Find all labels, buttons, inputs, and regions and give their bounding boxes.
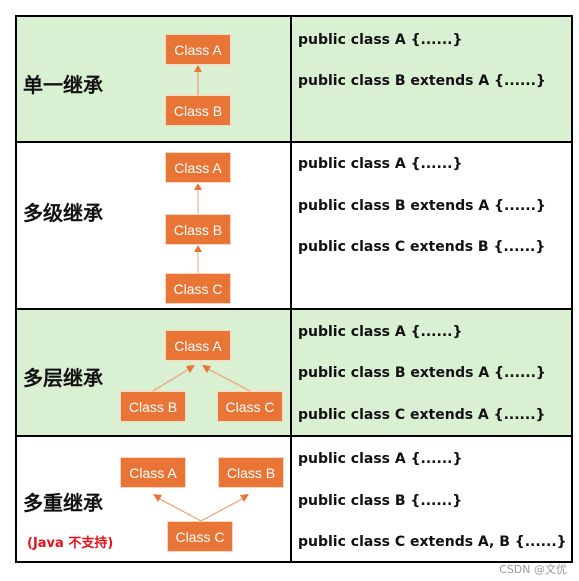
code-line: public class C extends B {......} (298, 239, 546, 255)
column-divider (290, 17, 292, 561)
arrow-head-icon (194, 183, 202, 190)
row-single-inheritance: 单一继承 Class A Class B public class A {...… (17, 17, 571, 141)
arrow-line (157, 497, 202, 522)
code-line: public class A {......} (298, 324, 463, 340)
arrow-head-icon (194, 245, 202, 252)
watermark: CSDN @文优 (499, 563, 567, 576)
code-line: public class A {......} (298, 156, 463, 172)
arrow-head-icon (153, 494, 162, 502)
row-multiple-inheritance: 多重继承 (Java 不支持) Class A Class B Class C … (17, 437, 571, 561)
arrow-line (207, 368, 251, 392)
arrow-head-icon (202, 365, 211, 373)
code-line: public class B extends A {......} (298, 365, 546, 381)
inheritance-table: 单一继承 Class A Class B public class A {...… (15, 15, 573, 563)
row-multilevel-inheritance: 多级继承 Class A Class B Class C public clas… (17, 143, 571, 308)
arrow-head-icon (186, 365, 195, 373)
arrow-line (200, 497, 245, 522)
arrow-head-icon (240, 494, 249, 502)
code-line: public class B extends A {......} (298, 198, 546, 214)
row-hierarchical-inheritance: 多层继承 Class A Class B Class C public clas… (17, 310, 571, 435)
code-line: public class C extends A {......} (298, 407, 546, 423)
code-line: public class A {......} (298, 451, 463, 467)
code-line: public class A {......} (298, 32, 463, 48)
arrow-line (152, 368, 190, 392)
code-line: public class B {......} (298, 493, 463, 509)
arrow-head-icon (194, 65, 202, 72)
code-line: public class C extends A, B {......} (298, 534, 567, 550)
inheritance-arrows (194, 183, 202, 273)
code-line: public class B extends A {......} (298, 73, 546, 89)
